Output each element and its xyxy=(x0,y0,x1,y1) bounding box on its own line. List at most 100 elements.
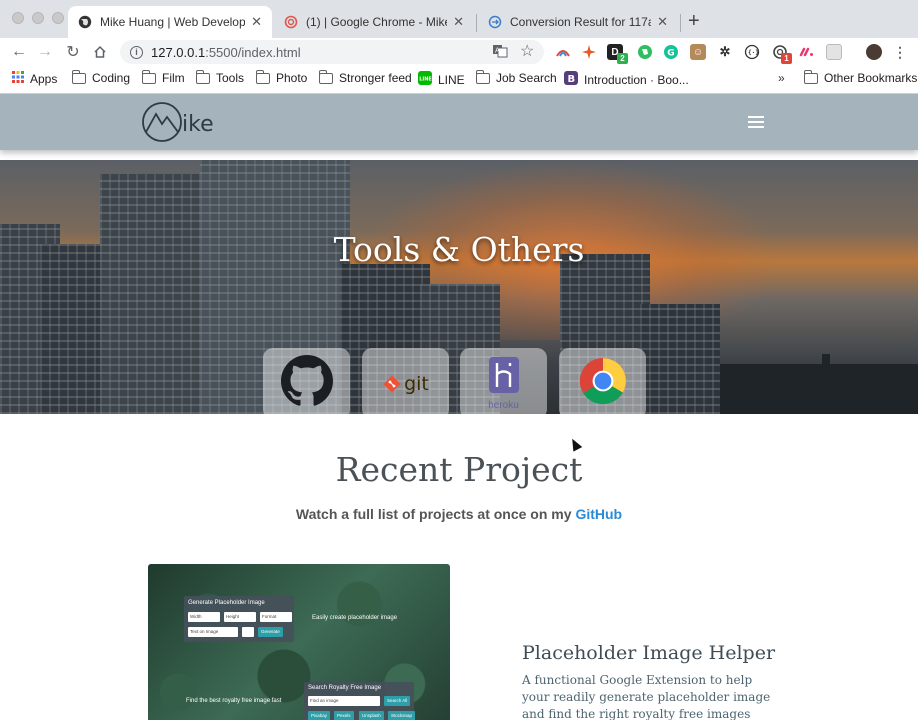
bookmark-stronger-feed[interactable]: Stronger feed xyxy=(318,69,412,85)
bookmark-label: LINE xyxy=(438,72,465,87)
heroku-icon xyxy=(488,356,520,399)
bookmark-film[interactable]: Film xyxy=(141,69,185,85)
screenshot-panel1-title: Generate Placeholder Image xyxy=(188,600,265,606)
web-page: ike Tools & Others git heroku Recent Pro… xyxy=(0,94,918,720)
address-bar[interactable]: i 127.0.0.1:5500/index.html xyxy=(120,40,544,64)
folder-icon xyxy=(475,69,490,84)
svg-text:G: G xyxy=(667,49,674,59)
folder-icon xyxy=(141,69,156,84)
minimize-window-button[interactable] xyxy=(32,12,44,24)
tool-card-git[interactable]: git xyxy=(362,348,449,414)
site-logo[interactable]: ike xyxy=(140,100,214,149)
bookmark-bootstrap[interactable]: B Introduction · Boo... xyxy=(564,71,689,88)
svg-text:A: A xyxy=(495,47,500,55)
screenshot-source-btn: Pexels xyxy=(334,711,354,720)
menu-kebab-icon[interactable]: ⋮ xyxy=(892,44,908,60)
site-navbar: ike xyxy=(0,94,918,150)
close-tab-icon[interactable]: ✕ xyxy=(251,14,262,30)
tab-conversion-result[interactable]: Conversion Result for 117ae22 ✕ xyxy=(478,6,678,38)
screenshot-tagline2: Find the best royalty free image fast xyxy=(186,698,282,704)
bookmark-label: Film xyxy=(162,71,185,85)
rainbow-ext-icon[interactable] xyxy=(555,44,571,60)
translate-icon[interactable]: A xyxy=(492,43,508,62)
chrome-icon xyxy=(578,356,628,411)
section-subtitle-text: Watch a full list of projects at once on… xyxy=(295,506,572,522)
reload-button[interactable]: ↻ xyxy=(62,41,84,63)
hero-title: Tools & Others xyxy=(333,230,585,269)
hamburger-menu-icon[interactable] xyxy=(748,116,764,128)
bookmark-tools[interactable]: Tools xyxy=(195,69,245,85)
tool-card-chrome[interactable] xyxy=(559,348,646,414)
svg-text:B: B xyxy=(568,74,576,85)
home-button[interactable] xyxy=(89,41,111,63)
sparkle-ext-icon[interactable] xyxy=(581,44,597,60)
screenshot-source-btn: Stocksnap xyxy=(388,711,416,720)
maximize-window-button[interactable] xyxy=(52,12,64,24)
bookmark-label: Coding xyxy=(92,71,131,85)
bookmark-label: Job Search xyxy=(496,71,557,85)
folder-icon xyxy=(318,69,333,84)
spiral-icon xyxy=(284,15,298,29)
bookmarks-bar: Apps Coding Film Tools Photo Stronger fe… xyxy=(0,66,918,94)
globe-icon xyxy=(78,15,92,29)
tab-separator xyxy=(680,14,681,32)
tab-google-chrome[interactable]: (1) | Google Chrome - Mike Hu ✕ xyxy=(274,6,474,38)
apps-grid-icon xyxy=(12,71,24,86)
bookmark-apps[interactable]: Apps xyxy=(12,71,57,86)
line-icon: LINE xyxy=(418,71,432,88)
bug-ext-icon[interactable]: ✲ xyxy=(717,44,733,60)
hero-building xyxy=(100,174,210,414)
close-tab-icon[interactable]: ✕ xyxy=(657,14,668,30)
bookmark-line[interactable]: LINE LINE xyxy=(418,71,465,88)
screenshot-tagline1: Easily create placeholder image xyxy=(312,615,398,621)
screenshot-field: Width xyxy=(188,612,220,622)
bookmark-star-icon[interactable]: ☆ xyxy=(520,41,534,61)
bookmark-coding[interactable]: Coding xyxy=(71,69,131,85)
site-info-icon[interactable]: i xyxy=(130,45,143,59)
screenshot-color-swatch xyxy=(242,627,254,637)
close-window-button[interactable] xyxy=(12,12,24,24)
new-tab-button[interactable]: + xyxy=(688,10,700,33)
grammarly-icon[interactable]: G xyxy=(663,44,679,60)
blank-ext-icon[interactable] xyxy=(826,44,842,60)
code-ext-icon[interactable]: {·} xyxy=(744,44,760,60)
bookmark-photo[interactable]: Photo xyxy=(255,69,308,85)
screenshot-source-btn: Unsplash xyxy=(359,711,384,720)
screenshot-field: Height xyxy=(224,612,256,622)
bookmarks-overflow-button[interactable]: » xyxy=(778,71,785,85)
logo-text: ike xyxy=(182,112,214,137)
back-button[interactable]: ← xyxy=(8,41,30,63)
monday-ext-icon[interactable] xyxy=(799,44,815,60)
screenshot-panel2-title: Search Royalty Free Image xyxy=(308,685,382,691)
github-link[interactable]: GitHub xyxy=(575,506,622,522)
convert-icon xyxy=(488,15,502,29)
evernote-icon[interactable] xyxy=(637,44,653,60)
forward-button[interactable]: → xyxy=(34,41,56,63)
bookmark-label: Tools xyxy=(216,71,245,85)
d-ext-badge: 2 xyxy=(617,53,628,64)
screenshot-generate-btn: Generate xyxy=(258,627,283,637)
browser-chrome: Mike Huang | Web Developer ✕ (1) | Googl… xyxy=(0,0,918,94)
project-screenshot[interactable]: Generate Placeholder Image Width Height … xyxy=(148,564,450,720)
hero-carousel: Tools & Others git heroku xyxy=(0,160,918,414)
browser-toolbar: ← → ↻ i 127.0.0.1:5500/index.html A ☆ D … xyxy=(0,38,918,66)
folder-icon xyxy=(803,69,818,84)
tab-title: Mike Huang | Web Developer xyxy=(100,15,246,29)
other-bookmarks[interactable]: Other Bookmarks xyxy=(803,69,918,85)
tab-mike-huang[interactable]: Mike Huang | Web Developer ✕ xyxy=(68,6,272,38)
tool-card-heroku[interactable]: heroku xyxy=(460,348,547,414)
folder-icon xyxy=(71,69,86,84)
folder-icon xyxy=(255,69,270,84)
tool-card-github[interactable] xyxy=(263,348,350,414)
face-ext-icon[interactable]: ☺ xyxy=(690,44,706,60)
bookmark-label: Photo xyxy=(276,71,308,85)
profile-avatar[interactable] xyxy=(866,44,882,60)
close-tab-icon[interactable]: ✕ xyxy=(453,14,464,30)
git-icon: git xyxy=(382,373,429,395)
bookmark-label: Stronger feed xyxy=(339,71,412,85)
hero-spire xyxy=(822,354,830,414)
bootstrap-icon: B xyxy=(564,71,578,88)
bookmark-label: Other Bookmarks xyxy=(824,71,918,85)
svg-text:{·}: {·} xyxy=(748,50,759,57)
bookmark-job-search[interactable]: Job Search xyxy=(475,69,557,85)
